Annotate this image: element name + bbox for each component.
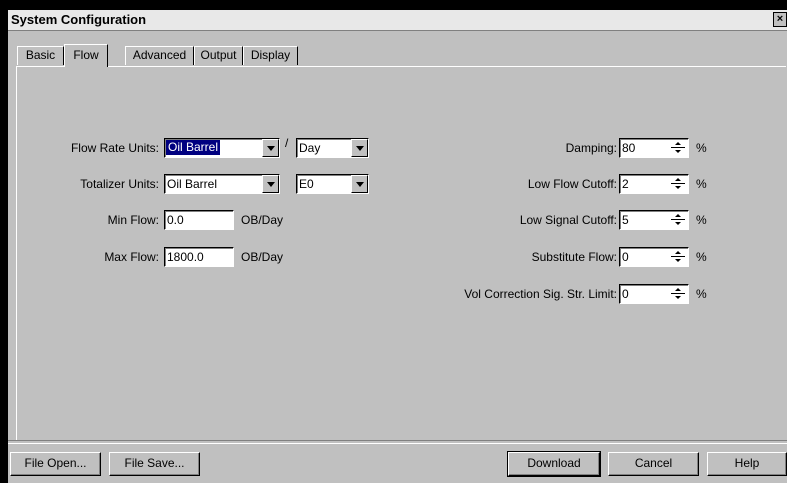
substitute-flow-label: Substitute Flow: [531,250,617,264]
flow-rate-units-label: Flow Rate Units: [70,141,159,155]
totalizer-units-select[interactable]: Oil Barrel [164,174,280,194]
totalizer-exponent-select[interactable]: E0 [296,174,369,194]
low-flow-cutoff-value: 2 [622,177,629,191]
chevron-down-icon[interactable] [262,139,279,157]
vol-correction-spinbox[interactable]: 0 [619,284,689,304]
vol-correction-label: Vol Correction Sig. Str. Limit: [464,287,617,301]
chevron-down-icon[interactable] [262,175,279,193]
max-flow-input[interactable]: 1800.0 [164,247,234,267]
totalizer-units-label: Totalizer Units: [80,177,159,191]
close-icon[interactable]: × [773,12,787,27]
footer-divider [8,440,787,444]
damping-label: Damping: [565,141,617,155]
tab-flow[interactable]: Flow [64,44,108,67]
spinner-icon[interactable] [670,176,686,192]
file-save-button[interactable]: File Save... [109,452,200,476]
spinner-icon[interactable] [670,212,686,228]
damping-value: 80 [622,141,636,155]
min-flow-unit: OB/Day [241,213,284,227]
spinner-icon[interactable] [670,140,686,156]
file-open-button[interactable]: File Open... [10,452,101,476]
flow-rate-units-value: Oil Barrel [166,140,221,155]
damping-unit: % [696,141,707,155]
flow-rate-units-select[interactable]: Oil Barrel [164,138,280,158]
tab-advanced[interactable]: Advanced [125,46,194,65]
low-signal-cutoff-value: 5 [622,213,629,227]
substitute-flow-spinbox[interactable]: 0 [619,247,689,267]
tab-output[interactable]: Output [194,46,243,65]
totalizer-exponent-value: E0 [299,177,314,191]
spinner-icon[interactable] [670,286,686,302]
totalizer-units-value: Oil Barrel [167,177,218,191]
low-signal-cutoff-label: Low Signal Cutoff: [519,213,617,227]
vol-correction-unit: % [696,287,707,301]
flow-rate-time-select[interactable]: Day [296,138,369,158]
low-flow-cutoff-spinbox[interactable]: 2 [619,174,689,194]
download-button[interactable]: Download [507,451,601,477]
low-flow-cutoff-unit: % [696,177,707,191]
low-signal-cutoff-spinbox[interactable]: 5 [619,210,689,230]
min-flow-input[interactable]: 0.0 [164,210,234,230]
max-flow-unit: OB/Day [241,250,284,264]
tab-display[interactable]: Display [243,46,298,65]
flow-rate-time-value: Day [299,141,321,155]
system-configuration-dialog: System Configuration × Basic Flow Advanc… [8,10,787,483]
low-signal-cutoff-unit: % [696,213,707,227]
low-flow-cutoff-label: Low Flow Cutoff: [527,177,617,191]
title-bar[interactable]: System Configuration × [8,10,787,31]
spinner-icon[interactable] [670,249,686,265]
chevron-down-icon[interactable] [351,139,368,157]
help-button[interactable]: Help [707,452,787,476]
window-title: System Configuration [11,12,147,27]
damping-spinbox[interactable]: 80 [619,138,689,158]
cancel-button[interactable]: Cancel [608,452,699,476]
tab-basic[interactable]: Basic [17,46,64,65]
substitute-flow-value: 0 [622,250,629,264]
max-flow-label: Max Flow: [104,250,159,264]
substitute-flow-unit: % [696,250,707,264]
min-flow-label: Min Flow: [107,213,159,227]
chevron-down-icon[interactable] [351,175,368,193]
per-separator: / [285,136,289,150]
vol-correction-value: 0 [622,287,629,301]
